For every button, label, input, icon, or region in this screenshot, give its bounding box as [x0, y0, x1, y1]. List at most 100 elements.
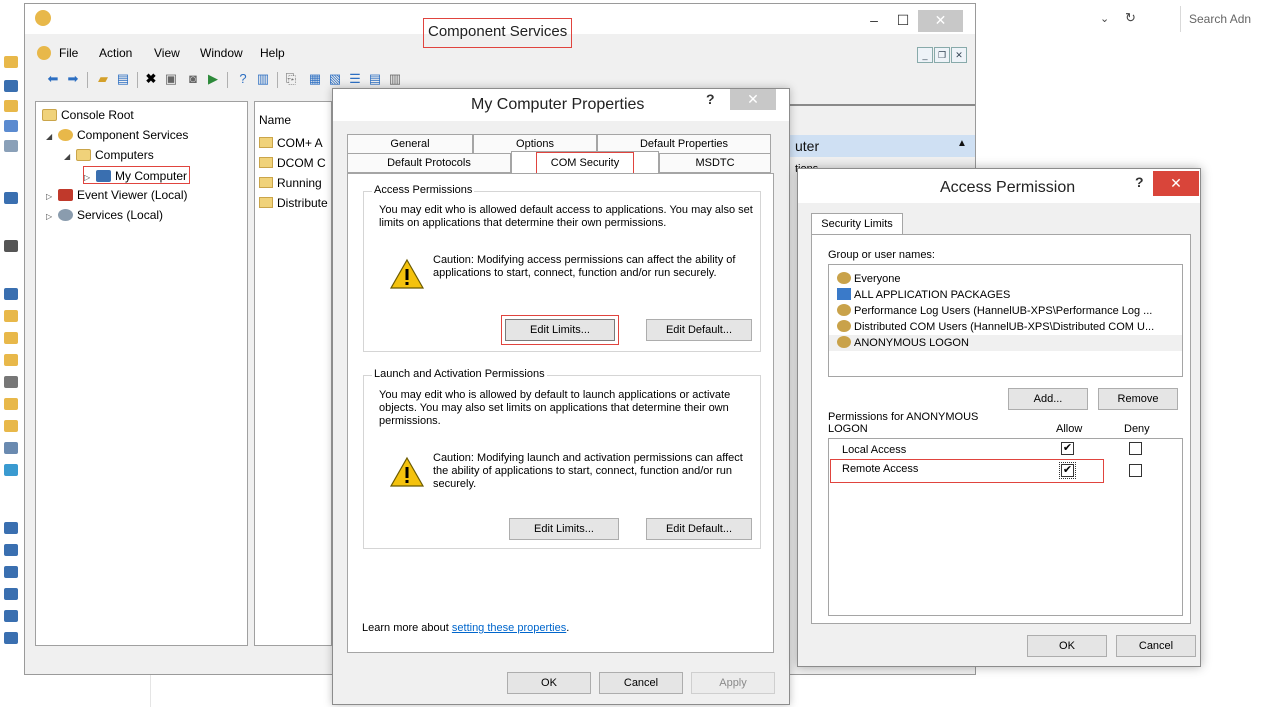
- desktop-icon: [4, 80, 18, 92]
- maximize-button[interactable]: ☐: [889, 10, 917, 30]
- expand-arrow-icon[interactable]: ▷: [84, 169, 94, 187]
- deny-checkbox[interactable]: [1129, 464, 1142, 477]
- delete-icon[interactable]: ✖: [143, 71, 159, 87]
- folder-icon: [4, 310, 18, 322]
- computer-icon: [4, 588, 18, 600]
- menu-view[interactable]: View: [154, 46, 180, 60]
- collapse-arrow-icon[interactable]: ▲: [957, 138, 967, 149]
- expand-arrow-icon[interactable]: ▷: [46, 188, 56, 206]
- list-item[interactable]: Running: [259, 176, 322, 190]
- tree-my-computer[interactable]: ▷ My Computer: [83, 166, 191, 187]
- collapse-arrow-icon[interactable]: ◢: [46, 128, 56, 146]
- tab-default-protocols[interactable]: Default Protocols: [347, 153, 511, 173]
- folder-icon: [42, 109, 57, 121]
- mdi-restore-button[interactable]: ❐: [934, 47, 950, 63]
- learn-more-link[interactable]: setting these properties: [452, 622, 566, 634]
- forward-icon[interactable]: ➡: [65, 71, 81, 87]
- properties-icon[interactable]: ▣: [163, 71, 179, 87]
- close-button[interactable]: ✕: [1153, 171, 1199, 196]
- show-tree-icon[interactable]: ▤: [115, 71, 131, 87]
- ok-button[interactable]: OK: [1027, 635, 1107, 657]
- status-view-icon[interactable]: ▥: [387, 71, 403, 87]
- list-item[interactable]: ALL APPLICATION PACKAGES: [829, 287, 1182, 303]
- cancel-button[interactable]: Cancel: [1116, 635, 1196, 657]
- list-view-icon[interactable]: ☰: [347, 71, 363, 87]
- menu-file[interactable]: File: [59, 46, 78, 60]
- minimize-button[interactable]: –: [860, 10, 888, 30]
- action-pane-icon[interactable]: ▥: [255, 71, 271, 87]
- mdi-minimize-button[interactable]: _: [917, 47, 933, 63]
- app-icon: [35, 10, 51, 26]
- tab-com-security[interactable]: COM Security: [511, 151, 659, 175]
- list-item[interactable]: ANONYMOUS LOGON: [829, 335, 1182, 351]
- list-item[interactable]: Distribute: [259, 196, 328, 210]
- help-icon[interactable]: ?: [235, 71, 251, 87]
- menu-action[interactable]: Action: [99, 46, 132, 60]
- close-button[interactable]: ✕: [918, 10, 963, 32]
- edit-default-button[interactable]: Edit Default...: [646, 319, 752, 341]
- menu-window[interactable]: Window: [200, 46, 243, 60]
- computer-icon: [4, 544, 18, 556]
- computer-icon: [4, 288, 18, 300]
- tab-general[interactable]: General: [347, 134, 473, 154]
- tree-component-services[interactable]: ◢ Component Services: [46, 126, 188, 144]
- list-item[interactable]: Everyone: [829, 271, 1182, 287]
- column-header-name[interactable]: Name: [259, 113, 291, 127]
- tab-msdtc[interactable]: MSDTC: [659, 153, 771, 173]
- remove-button[interactable]: Remove: [1098, 388, 1178, 410]
- refresh-icon[interactable]: ◙: [185, 71, 201, 87]
- list-item[interactable]: COM+ A: [259, 136, 323, 150]
- list-item[interactable]: Performance Log Users (HannelUB-XPS\Perf…: [829, 303, 1182, 319]
- edit-limits-button[interactable]: Edit Limits...: [509, 518, 619, 540]
- ok-button[interactable]: OK: [507, 672, 591, 694]
- folder-icon: [4, 398, 18, 410]
- back-icon[interactable]: ⬅: [45, 71, 61, 87]
- computer-icon: [4, 192, 18, 204]
- folder-icon: [4, 354, 18, 366]
- actions-header[interactable]: uter ▲: [785, 135, 975, 157]
- list-item[interactable]: DCOM C: [259, 156, 326, 170]
- folder-icon: [259, 157, 273, 168]
- refresh-icon[interactable]: ↻: [1125, 10, 1136, 26]
- tab-security-limits[interactable]: Security Limits: [811, 213, 903, 235]
- launch-permissions-group: Launch and Activation Permissions You ma…: [363, 368, 761, 549]
- expand-arrow-icon[interactable]: ▷: [46, 208, 56, 226]
- close-button[interactable]: ✕: [730, 89, 776, 110]
- collapse-arrow-icon[interactable]: ◢: [64, 148, 74, 166]
- computer-icon: [4, 632, 18, 644]
- drive-icon: [4, 464, 18, 476]
- detail-view-icon[interactable]: ▤: [367, 71, 383, 87]
- deny-checkbox[interactable]: [1129, 442, 1142, 455]
- tree-console-root[interactable]: Console Root: [42, 106, 134, 124]
- package-icon: [837, 288, 851, 300]
- help-button[interactable]: ?: [706, 91, 715, 107]
- warning-icon: [389, 258, 425, 289]
- new-window-icon[interactable]: ⎘: [283, 71, 299, 87]
- add-button[interactable]: Add...: [1008, 388, 1088, 410]
- menu-help[interactable]: Help: [260, 46, 285, 60]
- toolbar-separator: [227, 72, 228, 88]
- allow-checkbox[interactable]: ✔: [1061, 442, 1074, 455]
- help-button[interactable]: ?: [1135, 174, 1144, 190]
- users-icon: [837, 304, 851, 316]
- list-item[interactable]: Distributed COM Users (HannelUB-XPS\Dist…: [829, 319, 1182, 335]
- computer-icon: [4, 566, 18, 578]
- edit-default-button[interactable]: Edit Default...: [646, 518, 752, 540]
- tree-computers[interactable]: ◢ Computers: [64, 146, 154, 164]
- edit-limits-button[interactable]: Edit Limits...: [505, 319, 615, 341]
- search-box[interactable]: Search Adn: [1180, 6, 1264, 32]
- apply-button[interactable]: Apply: [691, 672, 775, 694]
- large-icons-icon[interactable]: ▦: [307, 71, 323, 87]
- cancel-button[interactable]: Cancel: [599, 672, 683, 694]
- tree-services[interactable]: ▷ Services (Local): [46, 206, 163, 224]
- tree-event-viewer[interactable]: ▷ Event Viewer (Local): [46, 186, 188, 204]
- allow-checkbox[interactable]: ✔: [1059, 462, 1076, 479]
- app-menu-icon[interactable]: [37, 46, 51, 60]
- mdi-close-button[interactable]: ✕: [951, 47, 967, 63]
- group-description: You may edit who is allowed default acce…: [379, 204, 753, 229]
- small-icons-icon[interactable]: ▧: [327, 71, 343, 87]
- music-icon: [4, 376, 18, 388]
- export-icon[interactable]: ▶: [205, 71, 221, 87]
- up-folder-icon[interactable]: ▰: [95, 71, 111, 87]
- chevron-down-icon[interactable]: ⌄: [1100, 12, 1109, 25]
